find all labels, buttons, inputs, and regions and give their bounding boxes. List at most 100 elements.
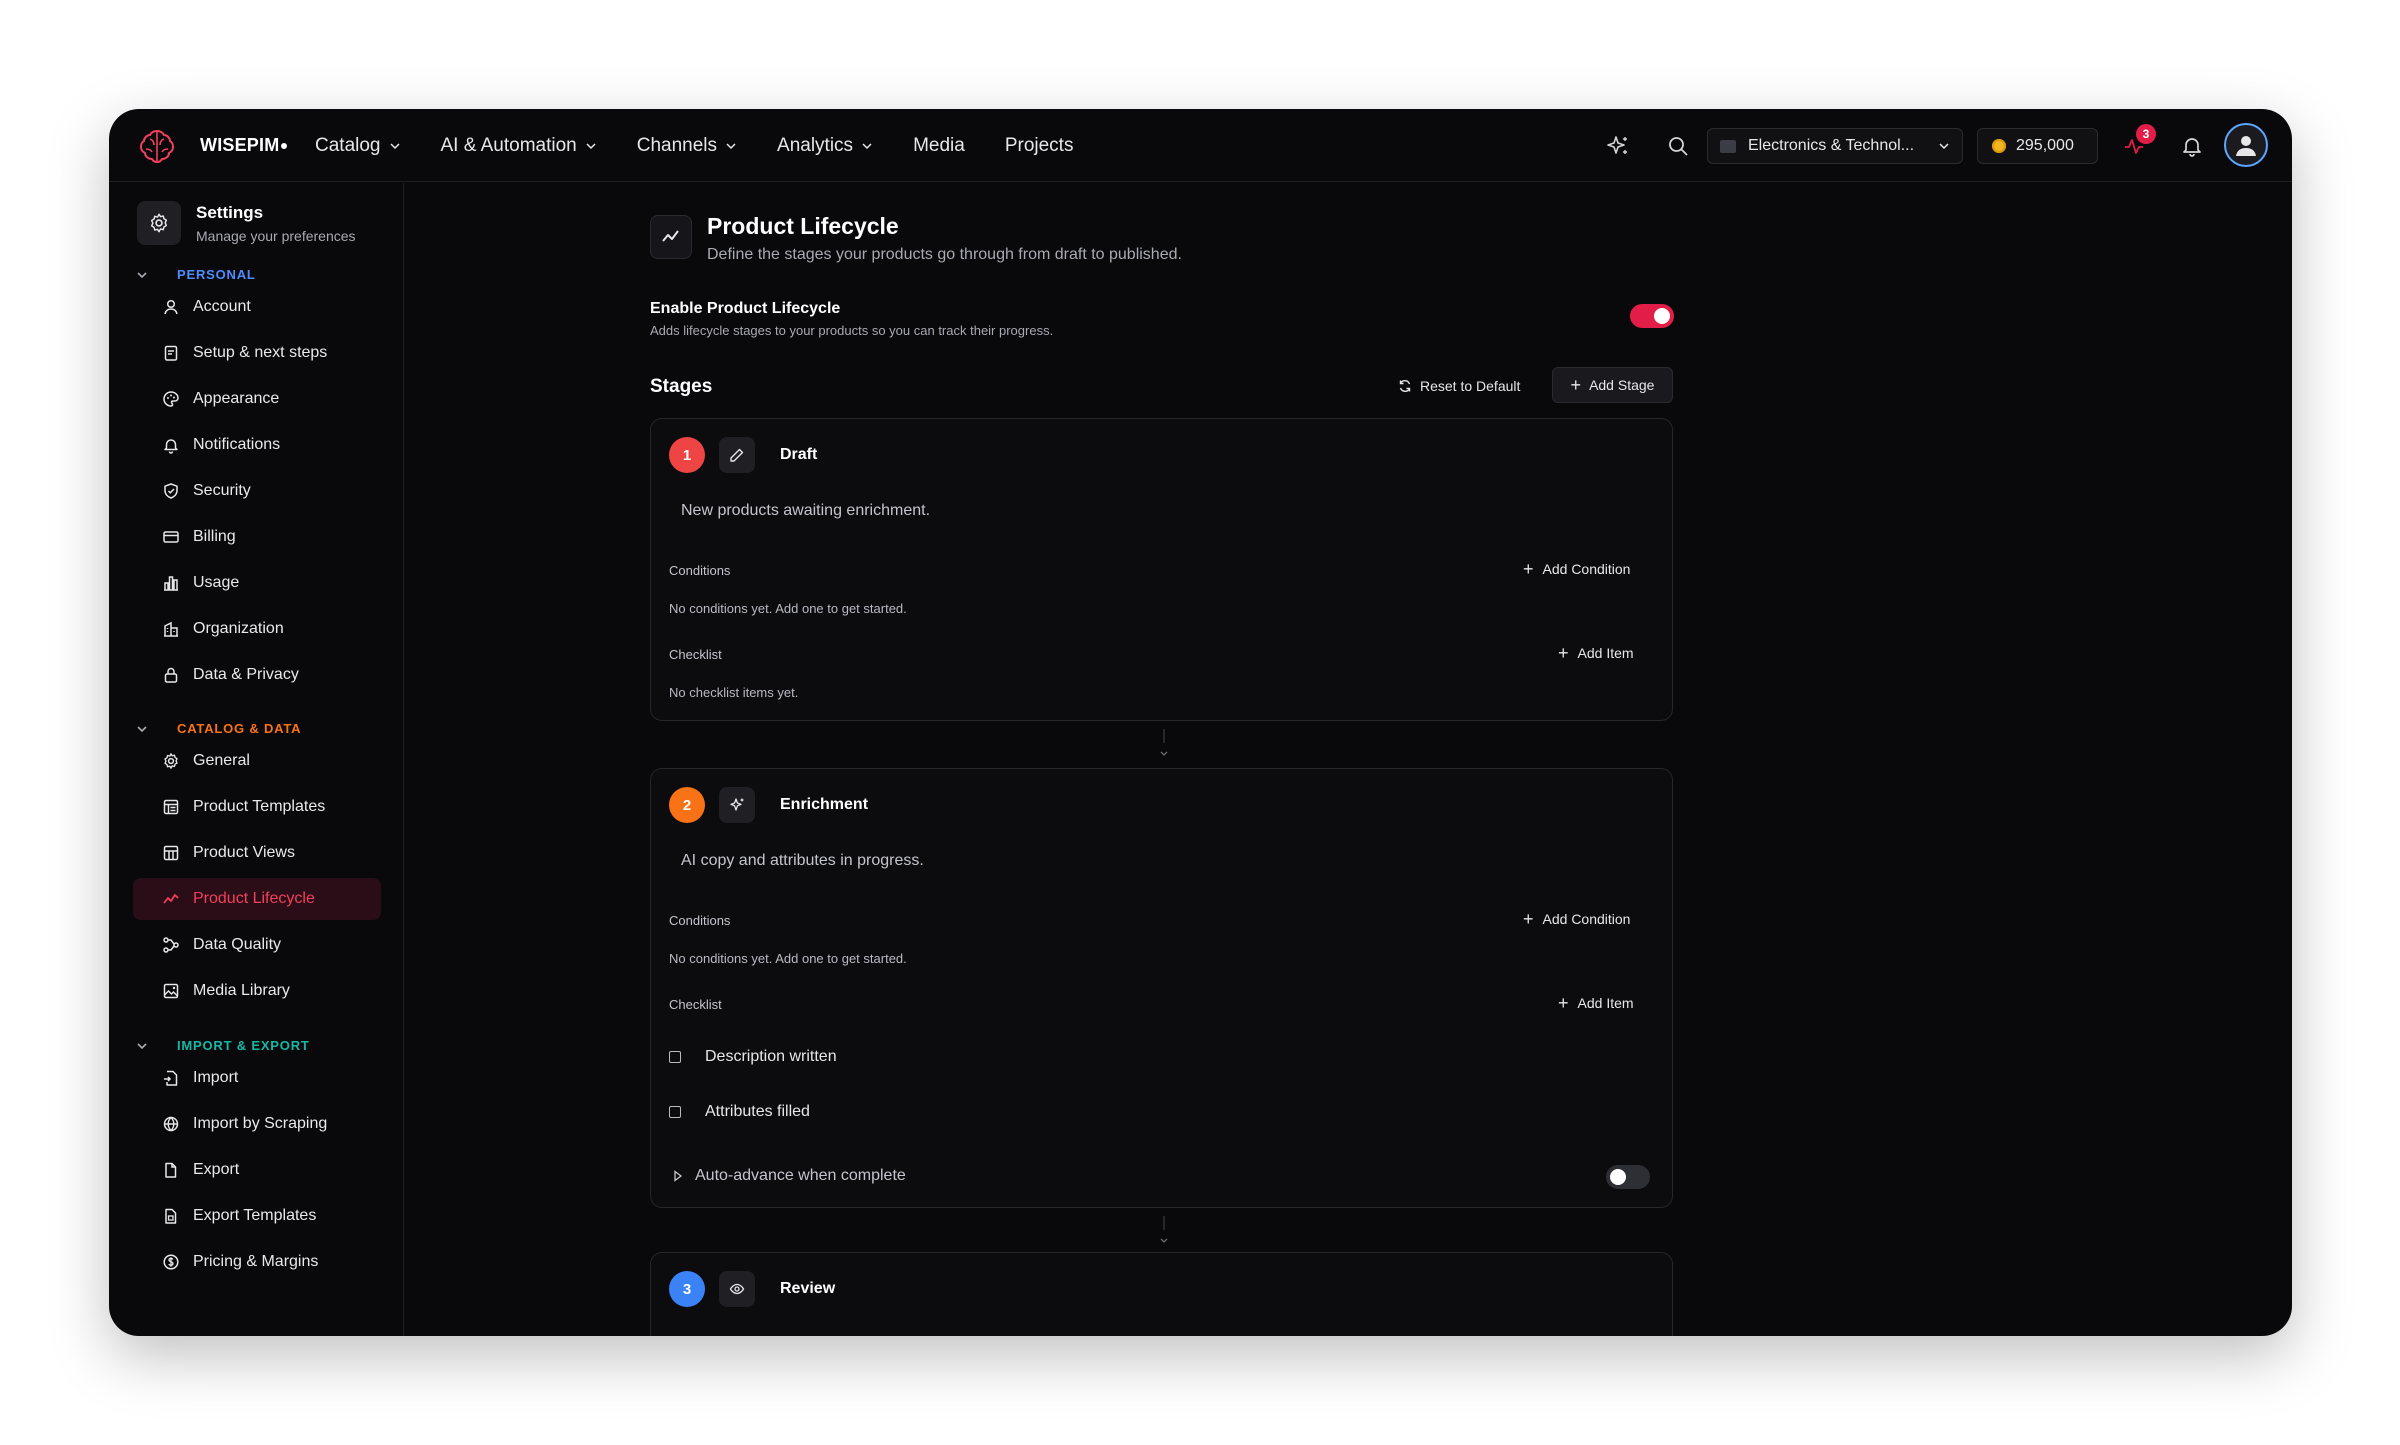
enable-lifecycle-description: Adds lifecycle stages to your products s…	[650, 323, 1054, 338]
sidebar-item-pricing-margins[interactable]: Pricing & Margins	[133, 1241, 381, 1283]
checklist-item[interactable]: Attributes filled	[669, 1103, 810, 1121]
sidebar-item-label: Setup & next steps	[193, 344, 328, 361]
sidebar-item-data-privacy[interactable]: Data & Privacy	[133, 654, 381, 696]
sidebar-item-export[interactable]: Export	[133, 1149, 381, 1191]
user-icon	[161, 297, 181, 317]
sidebar-item-import[interactable]: Import	[133, 1057, 381, 1099]
plus-icon: +	[1523, 559, 1534, 579]
chevron-down-icon	[862, 142, 872, 149]
credits-value: 295,000	[2016, 137, 2074, 154]
add-stage-button[interactable]: + Add Stage	[1552, 367, 1673, 403]
activity-icon	[161, 889, 181, 909]
settings-subtitle: Manage your preferences	[196, 227, 356, 244]
globe-icon	[161, 1114, 181, 1134]
sidebar-item-label: Product Views	[193, 844, 295, 861]
checkbox[interactable]	[669, 1106, 681, 1118]
auto-advance-toggle[interactable]	[1606, 1165, 1650, 1189]
enable-lifecycle-title: Enable Product Lifecycle	[650, 300, 841, 317]
search-icon[interactable]	[1661, 129, 1695, 163]
sidebar-item-label: Product Lifecycle	[193, 890, 315, 907]
chevron-down-icon	[389, 142, 400, 149]
sidebar-item-import-scraping[interactable]: Import by Scraping	[133, 1103, 381, 1145]
user-avatar[interactable]	[2224, 123, 2268, 167]
add-item-button[interactable]: + Add Item	[1558, 644, 1634, 662]
settings-title: Settings	[196, 202, 264, 222]
checklist-empty-text: No checklist items yet.	[669, 685, 799, 700]
clipboard-icon	[161, 343, 181, 363]
bell-icon[interactable]	[2175, 129, 2209, 163]
section-import-export[interactable]: IMPORT & EXPORT	[135, 1038, 310, 1053]
sidebar-item-media-library[interactable]: Media Library	[133, 970, 381, 1012]
stage-name[interactable]: Enrichment	[780, 796, 868, 814]
stage-connector-chevron-icon	[1160, 1216, 1168, 1243]
sidebar-item-product-lifecycle[interactable]: Product Lifecycle	[133, 878, 381, 920]
auto-advance-row[interactable]: Auto-advance when complete	[673, 1167, 906, 1185]
nav-channels[interactable]: Channels	[637, 135, 737, 157]
page-title: Product Lifecycle	[707, 213, 899, 239]
stage-name[interactable]: Review	[780, 1280, 835, 1298]
main-content: Product Lifecycle Define the stages your…	[405, 183, 2292, 1336]
checkbox[interactable]	[669, 1051, 681, 1063]
sidebar-item-general[interactable]: General	[133, 740, 381, 782]
chevron-down-icon	[137, 271, 147, 278]
chevron-down-icon	[137, 725, 147, 732]
add-condition-button[interactable]: + Add Condition	[1523, 910, 1630, 928]
eye-icon[interactable]	[719, 1271, 755, 1307]
reset-to-default-button[interactable]: Reset to Default	[1398, 369, 1520, 403]
sidebar-item-billing[interactable]: Billing	[133, 516, 381, 558]
add-item-button[interactable]: + Add Item	[1558, 994, 1634, 1012]
enable-lifecycle-toggle[interactable]	[1630, 304, 1674, 328]
sparkles-icon[interactable]	[719, 787, 755, 823]
sidebar-item-label: Pricing & Margins	[193, 1253, 319, 1270]
sidebar-item-security[interactable]: Security	[133, 470, 381, 512]
section-personal[interactable]: PERSONAL	[135, 267, 256, 282]
brain-logo-icon[interactable]	[137, 127, 177, 165]
stage-description[interactable]: New products awaiting enrichment.	[681, 502, 930, 520]
stage-description[interactable]: AI copy and attributes in progress.	[681, 852, 924, 870]
sidebar-item-label: Media Library	[193, 982, 290, 999]
credits-display[interactable]: 295,000	[1977, 128, 2098, 164]
dollar-icon	[161, 1252, 181, 1272]
sidebar-item-usage[interactable]: Usage	[133, 562, 381, 604]
section-catalog-data[interactable]: CATALOG & DATA	[135, 721, 301, 736]
brand-name[interactable]: WISEPIM	[200, 135, 288, 156]
nav-ai-automation[interactable]: AI & Automation	[441, 135, 597, 157]
sidebar-item-organization[interactable]: Organization	[133, 608, 381, 650]
file-export-icon	[161, 1160, 181, 1180]
sidebar-item-account[interactable]: Account	[133, 286, 381, 328]
sidebar-item-appearance[interactable]: Appearance	[133, 378, 381, 420]
conditions-label: Conditions	[669, 913, 731, 928]
stage-name[interactable]: Draft	[780, 446, 817, 464]
checklist-item[interactable]: Description written	[669, 1048, 837, 1066]
settings-header: Settings Manage your preferences	[137, 201, 356, 245]
sidebar-item-setup[interactable]: Setup & next steps	[133, 332, 381, 374]
sidebar-item-label: Export Templates	[193, 1207, 317, 1224]
sparkles-icon[interactable]	[1601, 129, 1635, 163]
nav-analytics[interactable]: Analytics	[777, 135, 873, 157]
nav-catalog[interactable]: Catalog	[315, 135, 401, 157]
sidebar-item-label: Appearance	[193, 390, 280, 407]
sidebar-item-label: Notifications	[193, 436, 281, 453]
sidebar-item-data-quality[interactable]: Data Quality	[133, 924, 381, 966]
file-template-icon	[161, 1206, 181, 1226]
template-icon	[161, 797, 181, 817]
gear-icon	[137, 201, 181, 245]
chevron-right-icon	[674, 1170, 683, 1182]
chevron-down-icon	[586, 142, 596, 149]
toggle-knob	[1654, 308, 1670, 324]
sidebar-item-export-templates[interactable]: Export Templates	[133, 1195, 381, 1237]
sidebar-item-product-templates[interactable]: Product Templates	[133, 786, 381, 828]
organization-select[interactable]: Electronics & Technol...	[1707, 128, 1963, 164]
sidebar-item-notifications[interactable]: Notifications	[133, 424, 381, 466]
nav-media[interactable]: Media	[913, 135, 965, 157]
conditions-empty-text: No conditions yet. Add one to get starte…	[669, 951, 907, 966]
shield-icon	[161, 481, 181, 501]
pencil-icon[interactable]	[719, 437, 755, 473]
nav-projects[interactable]: Projects	[1005, 135, 1074, 157]
building-icon	[161, 619, 181, 639]
chevron-down-icon	[1939, 143, 1949, 150]
sidebar-item-product-views[interactable]: Product Views	[133, 832, 381, 874]
checklist-label: Checklist	[669, 997, 722, 1012]
sidebar-item-label: Data Quality	[193, 936, 282, 953]
add-condition-button[interactable]: + Add Condition	[1523, 560, 1630, 578]
